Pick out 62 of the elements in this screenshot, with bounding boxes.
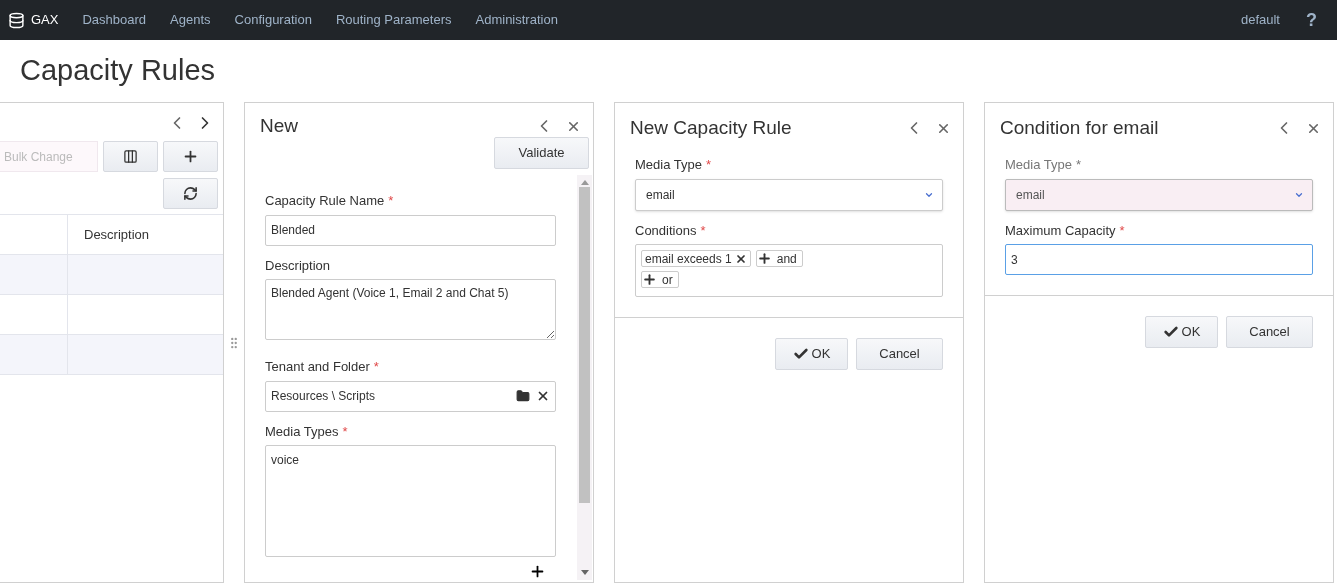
ok-button[interactable]: OK bbox=[1145, 316, 1218, 348]
condition-chip[interactable]: email exceeds 1 bbox=[641, 250, 751, 267]
required-mark: * bbox=[342, 422, 348, 441]
refresh-button[interactable] bbox=[163, 178, 218, 209]
field-label: Media Type bbox=[1005, 156, 1072, 174]
page-title: Capacity Rules bbox=[20, 53, 216, 89]
folder-icon[interactable] bbox=[516, 389, 530, 403]
cancel-button[interactable]: Cancel bbox=[856, 338, 943, 370]
add-media-type-icon[interactable] bbox=[529, 563, 546, 580]
field-label: Capacity Rule Name bbox=[265, 192, 385, 210]
user-menu[interactable]: default bbox=[1240, 10, 1280, 30]
remove-icon[interactable] bbox=[734, 252, 747, 265]
scrollbar[interactable] bbox=[577, 175, 592, 580]
field-label: Media Type bbox=[635, 156, 702, 174]
refresh-icon bbox=[183, 186, 198, 201]
text-field[interactable]: Blended bbox=[265, 214, 556, 246]
panel-title: Condition for email bbox=[1000, 115, 1159, 140]
field-label: Media Types bbox=[265, 422, 339, 441]
table-header-cell[interactable]: Description bbox=[68, 215, 223, 254]
check-icon bbox=[1162, 324, 1179, 340]
required-mark: * bbox=[373, 358, 379, 376]
brand-link[interactable]: GAX bbox=[31, 10, 59, 30]
logo-icon[interactable] bbox=[8, 11, 25, 29]
required-mark: * bbox=[700, 221, 706, 240]
nav-link[interactable]: Administration bbox=[475, 10, 558, 30]
required-mark: * bbox=[705, 156, 712, 174]
select-field[interactable]: email bbox=[635, 178, 943, 211]
add-condition-button[interactable]: or bbox=[641, 271, 679, 288]
help-link[interactable]: ? bbox=[1306, 6, 1317, 34]
field-label: Description bbox=[265, 256, 331, 275]
text-field[interactable]: 3 bbox=[1005, 244, 1313, 275]
required-mark: * bbox=[1075, 156, 1082, 174]
panel-title: New Capacity Rule bbox=[630, 115, 792, 140]
scroll-up-icon[interactable] bbox=[580, 179, 589, 185]
required-mark: * bbox=[388, 192, 394, 210]
description-field[interactable]: Blended Agent (Voice 1, Email 2 and Chat 5) bbox=[265, 279, 556, 340]
list-item[interactable]: voice bbox=[271, 451, 299, 469]
panel-title: New bbox=[260, 113, 298, 138]
check-icon bbox=[792, 346, 809, 362]
scroll-down-icon[interactable] bbox=[580, 570, 589, 576]
clear-icon[interactable] bbox=[536, 389, 550, 403]
add-condition-button[interactable]: and bbox=[755, 250, 803, 267]
field-label: Maximum Capacity bbox=[1005, 221, 1116, 240]
nav-link[interactable]: Routing Parameters bbox=[335, 10, 452, 30]
plus-icon bbox=[756, 251, 772, 266]
required-mark: * bbox=[1119, 221, 1125, 240]
nav-link[interactable]: Configuration bbox=[234, 10, 312, 30]
folder-field[interactable]: Resources \ Scripts bbox=[265, 380, 556, 412]
field-label: Conditions bbox=[635, 221, 697, 240]
plus-icon bbox=[182, 148, 199, 165]
cancel-button[interactable]: Cancel bbox=[1226, 316, 1313, 348]
add-button[interactable] bbox=[163, 141, 218, 172]
validate-button[interactable]: Validate bbox=[494, 137, 589, 169]
nav-link[interactable]: Agents bbox=[170, 10, 211, 30]
field-label: Tenant and Folder bbox=[265, 358, 370, 376]
plus-icon bbox=[642, 272, 657, 287]
nav-link[interactable]: Dashboard bbox=[82, 10, 147, 30]
bulk-change-field[interactable]: Bulk Change bbox=[0, 141, 98, 172]
scrollbar-thumb[interactable] bbox=[579, 187, 590, 503]
ok-button[interactable]: OK bbox=[775, 338, 848, 370]
columns-icon bbox=[123, 149, 138, 164]
columns-button[interactable] bbox=[103, 141, 158, 172]
